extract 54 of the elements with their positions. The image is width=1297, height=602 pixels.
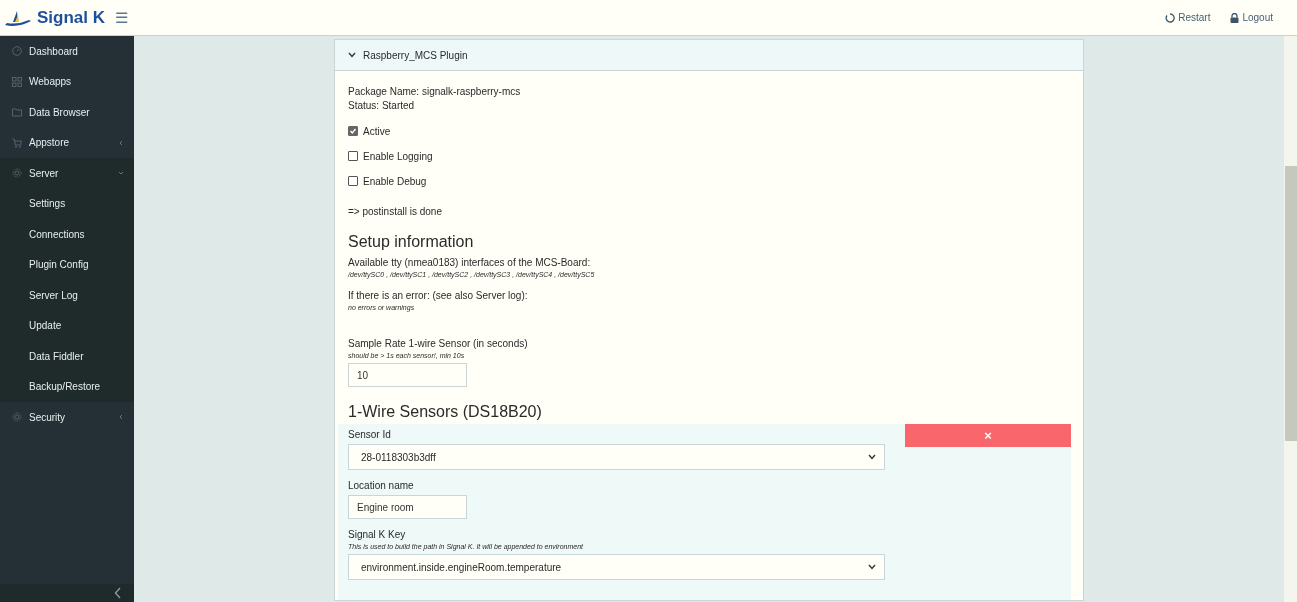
grid-icon	[12, 76, 22, 87]
lock-icon	[1230, 12, 1240, 23]
sidebar-subitem[interactable]: Backup/Restore	[0, 371, 134, 402]
caret-icon	[868, 454, 876, 460]
package-name: Package Name: signalk-raspberry-mcs	[348, 85, 522, 99]
sidebar-subitem[interactable]: Connections	[0, 219, 134, 250]
tty-label: Available tty (nmea0183) interfaces of the MCS-Board:	[348, 256, 592, 270]
sample-rate-input[interactable]: 10	[348, 363, 467, 387]
plugin-header[interactable]: Raspberry_MCS Plugin	[335, 40, 1083, 71]
sidebar-subitem[interactable]: Plugin Config	[0, 249, 134, 280]
sensor-id-select[interactable]: 28-0118303b3dff	[348, 444, 885, 470]
section-heading: 1-Wire Sensors (DS18B20)	[348, 403, 543, 421]
folder-icon	[12, 107, 22, 118]
sidebar-item[interactable]: Webapps	[0, 66, 134, 97]
menu-button[interactable]: ☰	[109, 8, 128, 27]
collapse-chevron-icon[interactable]	[114, 587, 122, 599]
signal-k-key-select[interactable]: environment.inside.engineRoom.temperature	[348, 554, 885, 580]
section-heading: Setup information	[348, 233, 475, 251]
logout-link[interactable]: Logout	[1230, 12, 1273, 23]
sidebar-subitem[interactable]: Settings	[0, 188, 134, 219]
gear-icon	[12, 412, 22, 423]
restart-link[interactable]: Restart	[1165, 12, 1211, 23]
sidebar-item[interactable]: Server	[0, 158, 134, 189]
sidebar-item[interactable]: Appstore	[0, 127, 134, 158]
sidebar-subitem[interactable]: Data Fiddler	[0, 341, 134, 372]
postinstall-text: => postinstall is done	[348, 205, 443, 219]
checkbox-label: Enable Debug	[363, 175, 427, 187]
sidebar-subitem[interactable]: Server Log	[0, 280, 134, 311]
field-label: Sample Rate 1-wire Sensor (in seconds)	[348, 337, 529, 351]
field-label: Sensor Id	[348, 428, 392, 442]
checkbox-label: Enable Logging	[363, 150, 433, 162]
field-label: Signal K Key	[348, 528, 407, 542]
gear-icon	[12, 168, 22, 179]
checkbox[interactable]	[348, 126, 358, 136]
error-label: If there is an error: (see also Server log):	[348, 289, 529, 303]
gauge-icon	[12, 46, 22, 57]
scrollbar[interactable]	[1284, 36, 1297, 602]
checkbox[interactable]	[348, 151, 358, 161]
chevron-icon	[348, 52, 356, 58]
status-text: Status: Started	[348, 99, 416, 113]
sidebar-subitem[interactable]: Update	[0, 310, 134, 341]
location-input[interactable]: Engine room	[348, 495, 467, 519]
caret-icon	[868, 564, 876, 570]
brand-name: Signal K	[37, 7, 105, 28]
field-label: Location name	[348, 479, 415, 493]
cart-icon	[12, 137, 22, 148]
chevron-icon	[118, 414, 124, 421]
chevron-icon	[118, 170, 124, 177]
sidebar-item[interactable]: Data Browser	[0, 97, 134, 128]
chevron-icon	[118, 139, 124, 146]
checkbox[interactable]	[348, 176, 358, 186]
checkbox-label: Active	[363, 125, 391, 137]
sidebar-item[interactable]: Security	[0, 402, 134, 433]
sidebar-item[interactable]: Dashboard	[0, 36, 134, 67]
